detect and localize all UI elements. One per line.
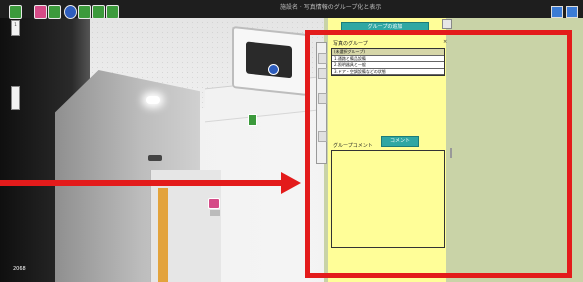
settings-icon[interactable] xyxy=(551,6,563,18)
air-conditioner-unit xyxy=(232,26,308,96)
document-hotspot-icon[interactable] xyxy=(248,114,257,126)
highlight-arrow-shaft xyxy=(0,180,285,186)
comment-hotspot-icon[interactable] xyxy=(208,198,220,209)
window-icon[interactable] xyxy=(566,6,578,18)
left-toolbar-toggle[interactable]: 1 xyxy=(11,20,20,36)
wall-panel xyxy=(210,210,220,216)
top-toolbar: 施設名 · 写真情報のグループ化と表示 xyxy=(0,0,583,19)
page-title: 施設名 · 写真情報のグループ化と表示 xyxy=(280,4,382,11)
wall-sensor xyxy=(148,155,162,161)
document-green-icon[interactable] xyxy=(92,5,105,19)
frame-number-label: 2068 xyxy=(13,266,26,272)
document-green-icon[interactable] xyxy=(106,5,119,19)
highlight-frame xyxy=(305,30,572,278)
left-side-tab[interactable] xyxy=(11,86,20,110)
ceiling-light xyxy=(146,96,160,104)
hotspot-blue-icon[interactable] xyxy=(64,5,77,19)
document-green-icon[interactable] xyxy=(78,5,91,19)
arrow-right-icon xyxy=(281,172,301,194)
door-frame-stripe xyxy=(158,188,168,282)
document-green-icon[interactable] xyxy=(48,5,61,19)
document-green-icon[interactable] xyxy=(9,5,22,19)
comment-pink-icon[interactable] xyxy=(34,5,47,19)
panel-collapse-button[interactable] xyxy=(442,19,452,29)
navigation-hotspot-icon[interactable] xyxy=(268,64,279,75)
